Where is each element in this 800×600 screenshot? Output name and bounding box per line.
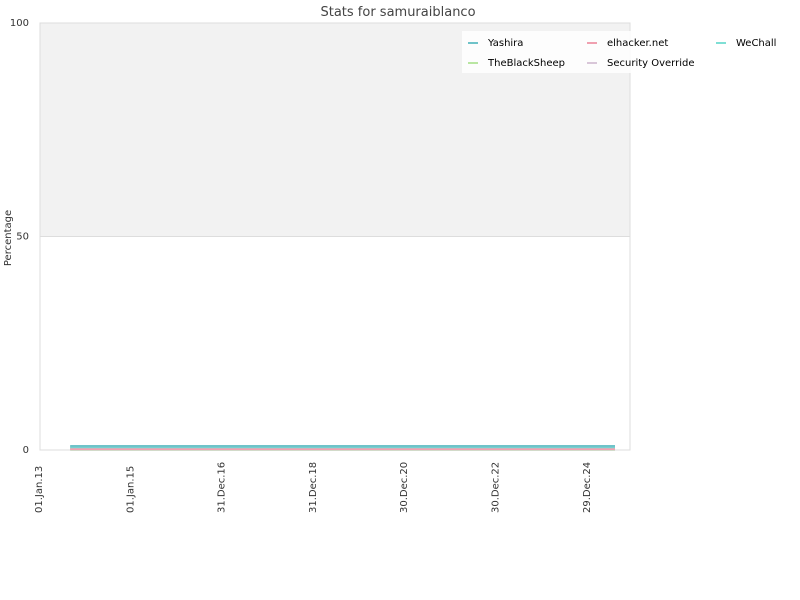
y-tick-label: 0	[23, 445, 29, 456]
x-tick-label: 30.Dec.22	[491, 462, 502, 513]
y-tick-label: 100	[10, 18, 29, 29]
legend-label: TheBlackSheep	[487, 58, 565, 69]
legend: Yashira elhacker.net WeChall TheBlackSheep S…	[462, 31, 797, 73]
y-axis-label: Percentage	[3, 210, 14, 266]
x-tick-label: 01.Jan.15	[125, 466, 136, 513]
plot-band-lower	[40, 236, 630, 450]
y-tick-label: 50	[16, 232, 29, 243]
legend-label: Security Override	[607, 58, 695, 69]
x-axis-ticks: 01.Jan.13 01.Jan.15 31.Dec.16 31.Dec.18 30.D…	[34, 462, 593, 513]
legend-label: WeChall	[736, 38, 776, 49]
chart-title: Stats for samuraiblanco	[320, 5, 475, 20]
x-tick-label: 31.Dec.18	[308, 462, 319, 513]
x-tick-label: 29.Dec.24	[582, 462, 593, 513]
x-tick-label: 01.Jan.13	[34, 466, 45, 513]
x-tick-label: 30.Dec.20	[399, 462, 410, 513]
series-layer	[70, 444, 615, 451]
x-tick-label: 31.Dec.16	[217, 462, 228, 513]
legend-label: Yashira	[487, 38, 523, 49]
legend-label: elhacker.net	[607, 38, 668, 49]
chart-svg: Stats for samuraiblanco 0 50 100 01.Jan.13…	[3, 5, 797, 513]
